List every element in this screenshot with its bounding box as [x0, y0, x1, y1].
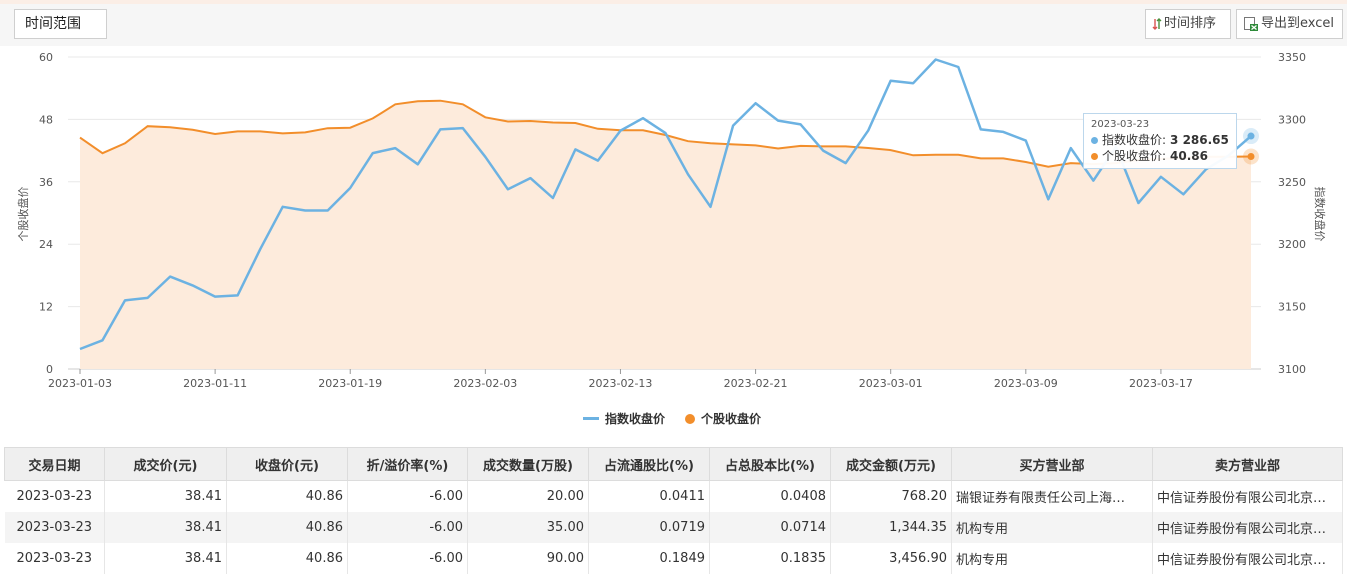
y-left-tick-label: 60 [39, 51, 53, 64]
time-range-button[interactable]: 时间范围 [14, 9, 107, 39]
cell-close-price: 40.86 [226, 512, 348, 543]
x-tick-label: 2023-01-19 [318, 377, 382, 390]
cell-buyer: 机构专用 [951, 543, 1153, 574]
header-close-price[interactable]: 收盘价(元) [226, 447, 348, 481]
header-seller[interactable]: 卖方营业部 [1152, 447, 1343, 481]
hover-markers [1243, 128, 1259, 165]
cell-seller: 中信证券股份有限公司北京… [1152, 512, 1343, 543]
legend-line-icon [583, 417, 599, 420]
header-buyer[interactable]: 买方营业部 [951, 447, 1153, 481]
x-tick-label: 2023-02-21 [724, 377, 788, 390]
tooltip-index-label: 指数收盘价: [1102, 133, 1167, 147]
legend-dot-icon [685, 413, 695, 424]
table-row: 2023-03-23 38.41 40.86 -6.00 20.00 0.041… [4, 480, 1343, 512]
cell-amount: 768.20 [830, 480, 952, 512]
legend-index-label: 指数收盘价 [605, 412, 666, 426]
cell-volume: 90.00 [467, 543, 589, 574]
tooltip-stock-label: 个股收盘价: [1102, 149, 1167, 163]
y-left-tick-label: 36 [39, 176, 53, 189]
y-left-tick-label: 48 [39, 113, 53, 126]
x-tick-label: 2023-01-03 [48, 377, 112, 390]
block-trade-table: 交易日期 成交价(元) 收盘价(元) 折/溢价率(%) 成交数量(万股) 占流通… [4, 447, 1343, 574]
cell-total-ratio: 0.0408 [709, 480, 831, 512]
excel-icon [1243, 16, 1259, 32]
tooltip-stock-value: 40.86 [1170, 149, 1209, 163]
cell-float-ratio: 0.0411 [588, 480, 710, 512]
export-excel-label: 导出到excel [1261, 16, 1334, 31]
header-trade-date[interactable]: 交易日期 [4, 447, 105, 481]
cell-premium-rate: -6.00 [347, 543, 468, 574]
stock-hover-point [1247, 153, 1255, 161]
time-sort-label: 时间排序 [1164, 16, 1217, 31]
y-right-tick-label: 3250 [1278, 176, 1306, 189]
stock-area-layer [80, 100, 1251, 369]
table-header-row: 交易日期 成交价(元) 收盘价(元) 折/溢价率(%) 成交数量(万股) 占流通… [4, 447, 1343, 481]
x-tick-label: 2023-03-09 [994, 377, 1058, 390]
cell-trade-price: 38.41 [104, 543, 227, 574]
y-left-tick-label: 0 [46, 363, 53, 376]
cell-premium-rate: -6.00 [347, 480, 468, 512]
header-trade-price[interactable]: 成交价(元) [104, 447, 227, 481]
price-chart: 0 12 24 36 48 60 3100 3150 3200 3250 3300 3350 2023-… [16, 51, 1327, 390]
cell-premium-rate: -6.00 [347, 512, 468, 543]
stock-area [80, 100, 1251, 369]
tooltip-index-row: 指数收盘价: 3 286.65 [1091, 132, 1229, 148]
y-axis-left-label: 个股收盘价 [16, 187, 30, 242]
y-left-tick-label: 12 [39, 301, 53, 314]
cell-trade-date: 2023-03-23 [4, 512, 105, 543]
header-premium-rate[interactable]: 折/溢价率(%) [347, 447, 468, 481]
header-total-ratio[interactable]: 占总股本比(%) [709, 447, 831, 481]
cell-trade-price: 38.41 [104, 480, 227, 512]
index-dot-icon [1091, 136, 1098, 144]
chart-legend: 指数收盘价 个股收盘价 [0, 410, 1347, 428]
cell-float-ratio: 0.1849 [588, 543, 710, 574]
legend-stock-label: 个股收盘价 [701, 412, 762, 426]
cell-total-ratio: 0.1835 [709, 543, 831, 574]
cell-close-price: 40.86 [226, 480, 348, 512]
cell-volume: 20.00 [467, 480, 589, 512]
legend-item-index[interactable]: 指数收盘价 [583, 410, 665, 427]
cell-seller: 中信证券股份有限公司北京… [1152, 480, 1343, 512]
y-right-tick-label: 3350 [1278, 51, 1306, 64]
x-tick-label: 2023-02-03 [453, 377, 517, 390]
cell-volume: 35.00 [467, 512, 589, 543]
y-axis-right-label: 指数收盘价 [1313, 187, 1327, 242]
legend-item-stock[interactable]: 个股收盘价 [685, 410, 761, 427]
cell-close-price: 40.86 [226, 543, 348, 574]
x-tick-label: 2023-03-01 [859, 377, 923, 390]
tooltip-stock-row: 个股收盘价: 40.86 [1091, 148, 1229, 164]
x-tick-label: 2023-02-13 [588, 377, 652, 390]
tooltip-date: 2023-03-23 [1091, 119, 1150, 130]
y-right-tick-label: 3100 [1278, 363, 1306, 376]
header-amount[interactable]: 成交金额(万元) [830, 447, 952, 481]
cell-seller: 中信证券股份有限公司北京… [1152, 543, 1343, 574]
table-row: 2023-03-23 38.41 40.86 -6.00 35.00 0.071… [4, 512, 1343, 543]
y-right-tick-label: 3150 [1278, 301, 1306, 314]
time-sort-button[interactable]: 时间排序 [1145, 9, 1231, 39]
y-right-tick-label: 3200 [1278, 238, 1306, 251]
cell-total-ratio: 0.0714 [709, 512, 831, 543]
export-excel-button[interactable]: 导出到excel [1236, 9, 1343, 39]
header-volume[interactable]: 成交数量(万股) [467, 447, 589, 481]
cell-amount: 3,456.90 [830, 543, 952, 574]
sort-arrows-icon [1152, 18, 1162, 30]
toolbar: 时间范围 时间排序 导出到excel [0, 4, 1347, 46]
cell-buyer: 机构专用 [951, 512, 1153, 543]
tooltip-index-value: 3 286.65 [1170, 133, 1229, 147]
cell-trade-price: 38.41 [104, 512, 227, 543]
cell-float-ratio: 0.0719 [588, 512, 710, 543]
y-right-tick-label: 3300 [1278, 113, 1306, 126]
stock-dot-icon [1091, 152, 1098, 160]
table-row: 2023-03-23 38.41 40.86 -6.00 90.00 0.184… [4, 543, 1343, 574]
cell-trade-date: 2023-03-23 [4, 480, 105, 512]
y-left-tick-label: 24 [39, 238, 53, 251]
cell-buyer: 瑞银证券有限责任公司上海… [951, 480, 1153, 512]
x-tick-label: 2023-03-17 [1129, 377, 1193, 390]
index-hover-point [1247, 132, 1255, 140]
cell-trade-date: 2023-03-23 [4, 543, 105, 574]
chart-tooltip: 2023-03-23 指数收盘价: 3 286.65 个股收盘价: 40.86 [1083, 113, 1237, 169]
cell-amount: 1,344.35 [830, 512, 952, 543]
header-float-ratio[interactable]: 占流通股比(%) [588, 447, 710, 481]
x-tick-label: 2023-01-11 [183, 377, 247, 390]
